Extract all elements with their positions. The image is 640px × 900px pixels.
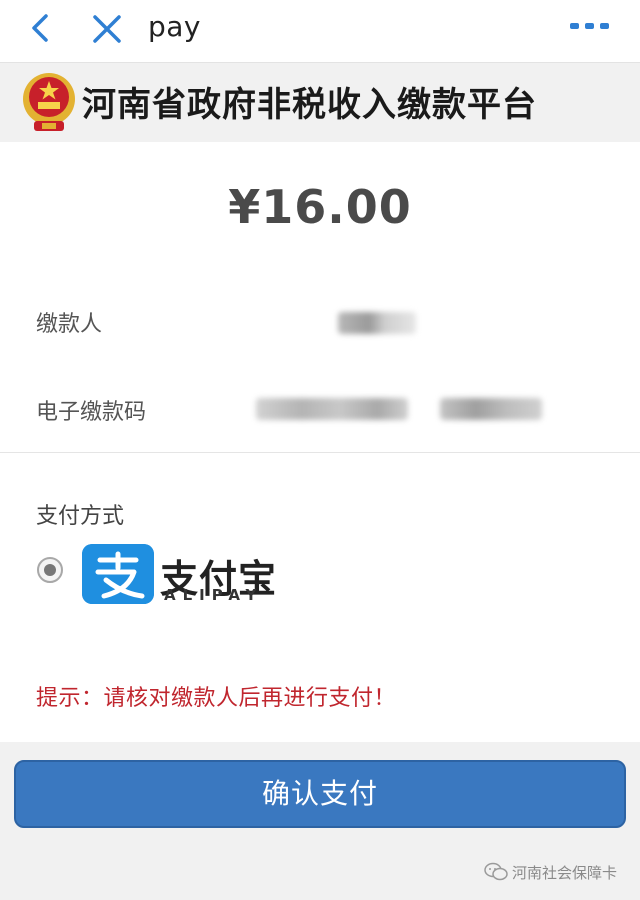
close-icon: [93, 15, 121, 43]
back-button[interactable]: [22, 8, 62, 48]
alipay-name-en: ALIPAY: [164, 586, 264, 604]
payment-method-label: 支付方式: [36, 504, 125, 529]
alipay-radio[interactable]: [37, 557, 63, 583]
payer-label: 缴款人: [36, 312, 103, 337]
national-emblem-icon: [23, 73, 75, 131]
watermark-text: 河南社会保障卡: [512, 864, 618, 882]
platform-header: 河南省政府非税收入缴款平台: [0, 62, 640, 142]
payer-value-redacted: [338, 312, 416, 334]
payment-code-label: 电子缴款码: [36, 400, 147, 425]
verification-hint: 提示：请核对缴款人后再进行支付！: [36, 686, 397, 711]
back-chevron-icon: [32, 14, 48, 42]
payment-code-redacted: [256, 398, 408, 420]
payment-amount: ¥16.00: [228, 180, 412, 234]
divider: [0, 452, 640, 453]
platform-title: 河南省政府非税收入缴款平台: [82, 85, 537, 125]
more-icon: [570, 23, 609, 29]
more-button[interactable]: [568, 14, 612, 38]
close-button[interactable]: [86, 8, 128, 50]
page-title: pay: [148, 10, 202, 43]
top-nav-bar: pay: [0, 0, 640, 60]
confirm-payment-button[interactable]: 确认支付: [14, 760, 626, 828]
alipay-logo-icon: [82, 544, 154, 604]
payment-code-redacted: [440, 398, 542, 420]
wechat-icon: [484, 862, 508, 881]
